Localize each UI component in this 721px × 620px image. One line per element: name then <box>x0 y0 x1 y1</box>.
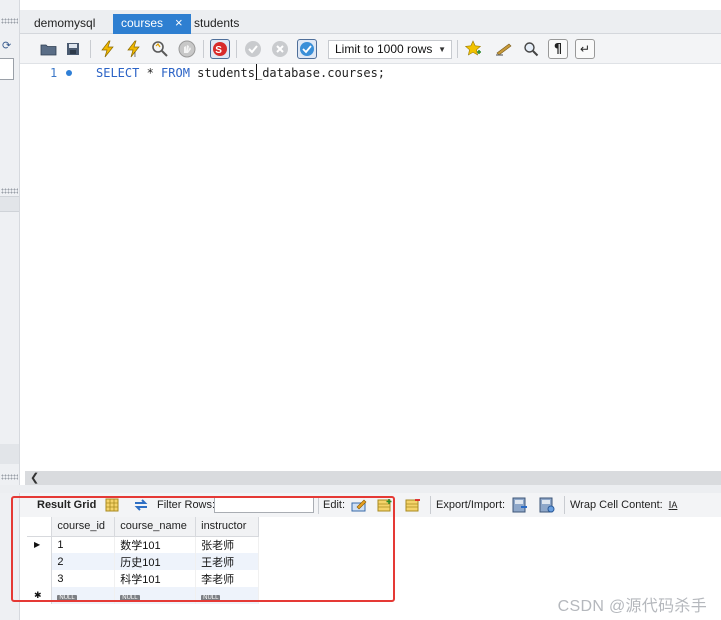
commit-icon[interactable] <box>243 39 263 59</box>
toggle-error-icon[interactable]: S <box>210 39 230 59</box>
drag-handle[interactable] <box>1 18 18 24</box>
horizontal-scrollbar[interactable]: ❮ <box>25 471 721 485</box>
sql-editor[interactable] <box>25 64 721 469</box>
toolbar-separator <box>90 40 91 58</box>
drag-handle[interactable] <box>1 474 18 480</box>
bookmark-icon[interactable] <box>463 39 483 59</box>
chevron-down-icon: ▼ <box>438 45 446 54</box>
rollback-icon[interactable] <box>270 39 290 59</box>
invisible-chars-icon[interactable]: ¶ <box>548 39 568 59</box>
limit-rows-select[interactable]: Limit to 1000 rows ▼ <box>328 40 452 59</box>
scroll-left-icon[interactable]: ❮ <box>30 471 39 485</box>
svg-text:I: I <box>134 52 136 58</box>
stop-icon[interactable] <box>177 39 197 59</box>
tab-students[interactable]: students <box>186 14 247 34</box>
execute-icon[interactable] <box>97 39 117 59</box>
code-star: * <box>139 66 162 80</box>
text-caret <box>256 64 257 80</box>
query-tab-bar: demomysql courses × students <box>20 10 721 34</box>
wrap-cell-label: Wrap Cell Content: <box>570 499 663 511</box>
tab-label: courses <box>121 16 164 30</box>
tab-demomysql[interactable]: demomysql <box>26 14 103 34</box>
toolbar-separator <box>203 40 204 58</box>
toolbar-separator <box>564 496 565 514</box>
drag-handle[interactable] <box>1 188 18 194</box>
toolbar-separator <box>236 40 237 58</box>
toolbar-separator <box>457 40 458 58</box>
export-import-label: Export/Import: <box>436 499 506 511</box>
sidebar-section-footer <box>0 444 19 464</box>
keyword-from: FROM <box>161 66 190 80</box>
import-icon[interactable] <box>539 497 555 513</box>
code-table-ref: students_database.courses; <box>189 66 386 80</box>
line-number: 1 <box>50 66 58 80</box>
save-icon[interactable] <box>63 39 83 59</box>
close-icon[interactable]: × <box>175 15 183 30</box>
keyword-select: SELECT <box>96 66 140 80</box>
autocommit-icon[interactable] <box>297 39 317 59</box>
beautify-icon[interactable] <box>494 39 514 59</box>
statement-marker-icon <box>66 70 72 76</box>
delete-row-icon[interactable] <box>405 497 421 513</box>
highlight-annotation-box <box>11 496 395 602</box>
wrap-icon[interactable]: ↵ <box>575 39 595 59</box>
sql-editor-toolbar: I S Limit to 1000 rows ▼ ¶ ↵ <box>20 34 721 64</box>
export-icon[interactable] <box>512 497 528 513</box>
find-icon[interactable] <box>521 39 541 59</box>
limit-rows-value: Limit to 1000 rows <box>335 42 433 56</box>
sidebar-section-header[interactable] <box>0 196 19 212</box>
toolbar-separator <box>430 496 431 514</box>
panel-splitter[interactable] <box>0 485 721 493</box>
tab-label: demomysql <box>34 16 96 30</box>
wrap-cell-icon[interactable]: IA <box>665 497 681 513</box>
sql-code-line[interactable]: SELECT * FROM students_database.courses; <box>96 66 385 80</box>
sidebar-filter-input[interactable] <box>0 58 14 80</box>
execute-current-icon[interactable]: I <box>123 39 143 59</box>
svg-text:S: S <box>215 45 222 56</box>
tab-label: students <box>194 16 240 30</box>
tab-courses[interactable]: courses × <box>113 14 191 34</box>
explain-icon[interactable] <box>150 39 170 59</box>
refresh-icon[interactable]: ⟳ <box>2 40 14 52</box>
open-folder-icon[interactable] <box>38 39 58 59</box>
watermark: CSDN @源代码杀手 <box>557 598 707 615</box>
